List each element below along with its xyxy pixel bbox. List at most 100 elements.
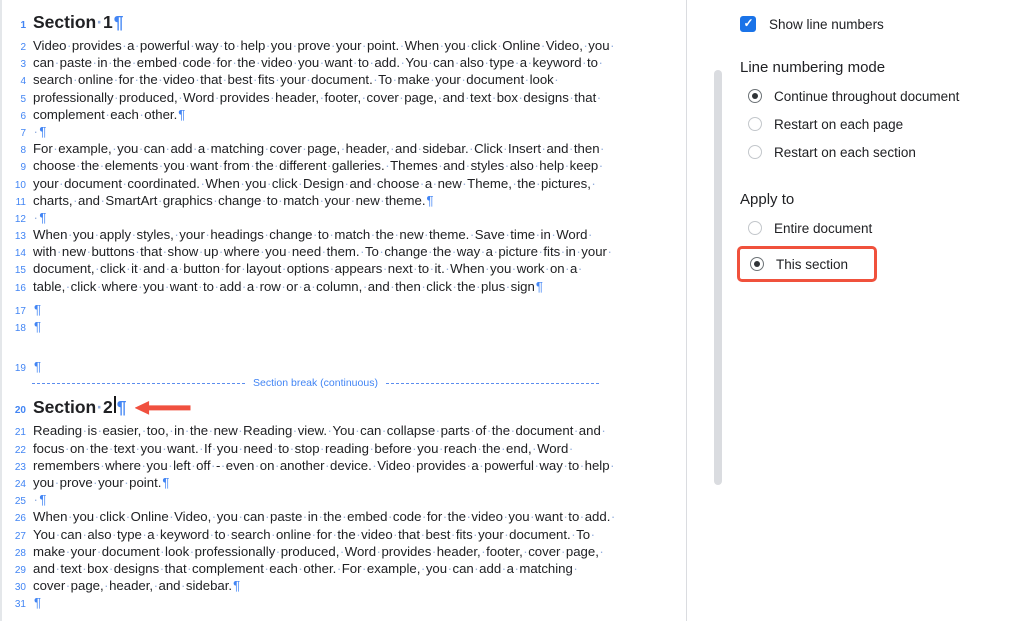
space-mark: ·: [165, 261, 170, 276]
space-mark: ·: [298, 561, 303, 576]
radio-continue-throughout-document[interactable]: Continue throughout document: [740, 82, 1010, 110]
space-mark: ·: [185, 158, 190, 173]
space-mark: ·: [336, 561, 341, 576]
space-mark: ·: [319, 90, 324, 105]
space-mark: ·: [399, 90, 404, 105]
doc-line[interactable]: 21Reading·is·easier,·too,·in·the·new·Rea…: [2, 422, 686, 439]
space-mark: ·: [501, 441, 506, 456]
radio-entire-document[interactable]: Entire document: [740, 214, 1010, 242]
space-mark: ·: [610, 458, 615, 473]
space-mark: ·: [205, 141, 210, 156]
doc-line[interactable]: 25·¶: [2, 491, 686, 508]
doc-line[interactable]: 26When·you·click·Online·Video,·you·can·p…: [2, 508, 686, 525]
space-mark: ·: [158, 158, 163, 173]
space-mark: ·: [82, 527, 87, 542]
space-mark: ·: [311, 279, 316, 294]
radio-this-section[interactable]: This section: [742, 250, 848, 278]
space-mark: ·: [399, 38, 404, 53]
space-mark: ·: [439, 38, 444, 53]
doc-line[interactable]: 2Video·provides·a·powerful·way·to·help·y…: [2, 37, 686, 54]
show-line-numbers-checkbox[interactable]: [740, 16, 756, 32]
doc-line[interactable]: 15document,·click·it·and·a·button·for·la…: [2, 260, 686, 277]
radio-icon[interactable]: [748, 221, 762, 235]
doc-line[interactable]: 3can·paste·in·the·embed·code·for·the·vid…: [2, 54, 686, 71]
doc-line[interactable]: 16table,·click·where·you·want·to·add·a·r…: [2, 278, 686, 295]
space-mark: ·: [470, 423, 475, 438]
line-number: 2: [2, 39, 26, 56]
radio-icon[interactable]: [748, 145, 762, 159]
space-mark: ·: [195, 72, 200, 87]
line-number: 14: [2, 245, 26, 262]
doc-line[interactable]: 6complement·each·other.¶: [2, 106, 686, 123]
space-mark: ·: [198, 244, 203, 259]
space-mark: ·: [582, 55, 587, 70]
radio-restart-on-each-page[interactable]: Restart on each page: [740, 110, 1010, 138]
radio-restart-on-each-section[interactable]: Restart on each section: [740, 138, 1010, 166]
line-text: search·online·for·the·video·that·best·fi…: [33, 71, 559, 88]
radio-icon[interactable]: [748, 117, 762, 131]
doc-line[interactable]: 22focus·on·the·text·you·want.·If·you·nee…: [2, 440, 686, 457]
doc-line[interactable]: 19¶: [2, 358, 686, 375]
doc-line[interactable]: 12·¶: [2, 209, 686, 226]
doc-line[interactable]: 28make·your·document·look·professionally…: [2, 543, 686, 560]
space-mark: ·: [503, 509, 508, 524]
doc-line[interactable]: 14with·new·buttons·that·show·up·where·yo…: [2, 243, 686, 260]
doc-line[interactable]: 10your·document·coordinated.·When·you·cl…: [2, 175, 686, 192]
doc-line[interactable]: 7·¶: [2, 123, 686, 140]
doc-line[interactable]: 27You·can·also·type·a·keyword·to·search·…: [2, 526, 686, 543]
space-mark: ·: [274, 458, 279, 473]
doc-line[interactable]: 24you·prove·your·point.¶: [2, 474, 686, 491]
space-mark: ·: [33, 492, 38, 507]
space-mark: ·: [573, 561, 578, 576]
doc-line[interactable]: 1Section·1¶: [2, 6, 686, 37]
pilcrow-mark: ¶: [427, 192, 434, 209]
space-mark: ·: [135, 38, 140, 53]
line-number: 27: [2, 528, 26, 545]
radio-icon[interactable]: [748, 89, 762, 103]
doc-line[interactable]: 18¶: [2, 318, 686, 335]
space-mark: ·: [481, 544, 486, 559]
space-mark: ·: [238, 441, 243, 456]
space-mark: ·: [571, 527, 576, 542]
space-mark: ·: [532, 441, 537, 456]
space-mark: ·: [256, 55, 261, 70]
doc-line[interactable]: 11charts,·and·SmartArt·graphics·change·t…: [2, 192, 686, 209]
space-mark: ·: [164, 279, 169, 294]
line-number: 16: [2, 280, 26, 297]
radio-icon[interactable]: [750, 257, 764, 271]
panel-scrollbar[interactable]: [714, 70, 722, 485]
space-mark: ·: [534, 458, 539, 473]
show-line-numbers-row[interactable]: Show line numbers: [740, 14, 1010, 34]
doc-line[interactable]: 5professionally·produced,·Word·provides·…: [2, 89, 686, 106]
doc-line[interactable]: 30cover·page,·header,·and·sidebar.¶: [2, 577, 686, 594]
space-mark: ·: [218, 158, 223, 173]
doc-line[interactable]: 17¶: [2, 301, 686, 318]
space-mark: ·: [96, 279, 101, 294]
doc-line[interactable]: 20Section·2¶: [2, 391, 686, 422]
doc-line[interactable]: 13When·you·apply·styles,·your·headings·c…: [2, 226, 686, 243]
space-mark: ·: [67, 509, 72, 524]
space-mark: ·: [33, 124, 38, 139]
space-mark: ·: [319, 55, 324, 70]
doc-line[interactable]: 8For·example,·you·can·add·a·matching·cov…: [2, 140, 686, 157]
space-mark: ·: [96, 12, 103, 32]
doc-line[interactable]: 31¶: [2, 594, 686, 611]
space-mark: ·: [96, 544, 101, 559]
line-text: professionally·produced,·Word·provides·h…: [33, 89, 602, 106]
space-mark: ·: [576, 244, 581, 259]
doc-line[interactable]: 23remembers·where·you·left·off·-·even·on…: [2, 457, 686, 474]
space-mark: ·: [292, 38, 297, 53]
line-numbers-panel: Show line numbers Line numbering mode Co…: [687, 0, 1024, 621]
document-page[interactable]: 1Section·1¶2Video·provides·a·powerful·wa…: [0, 0, 686, 621]
space-mark: ·: [178, 90, 183, 105]
doc-line[interactable]: 4search·online·for·the·video·that·best·f…: [2, 71, 686, 88]
space-mark: ·: [381, 423, 386, 438]
space-mark: ·: [454, 55, 459, 70]
doc-line[interactable]: 9choose·the·elements·you·want·from·the·d…: [2, 157, 686, 174]
line-text: Reading·is·easier,·too,·in·the·new·Readi…: [33, 422, 606, 439]
doc-line[interactable]: 29and·text·box·designs·that·complement·e…: [2, 560, 686, 577]
space-mark: ·: [442, 509, 447, 524]
space-mark: ·: [126, 261, 131, 276]
line-text: remembers·where·you·left·off·-·even·on·a…: [33, 457, 615, 474]
space-mark: ·: [523, 544, 528, 559]
